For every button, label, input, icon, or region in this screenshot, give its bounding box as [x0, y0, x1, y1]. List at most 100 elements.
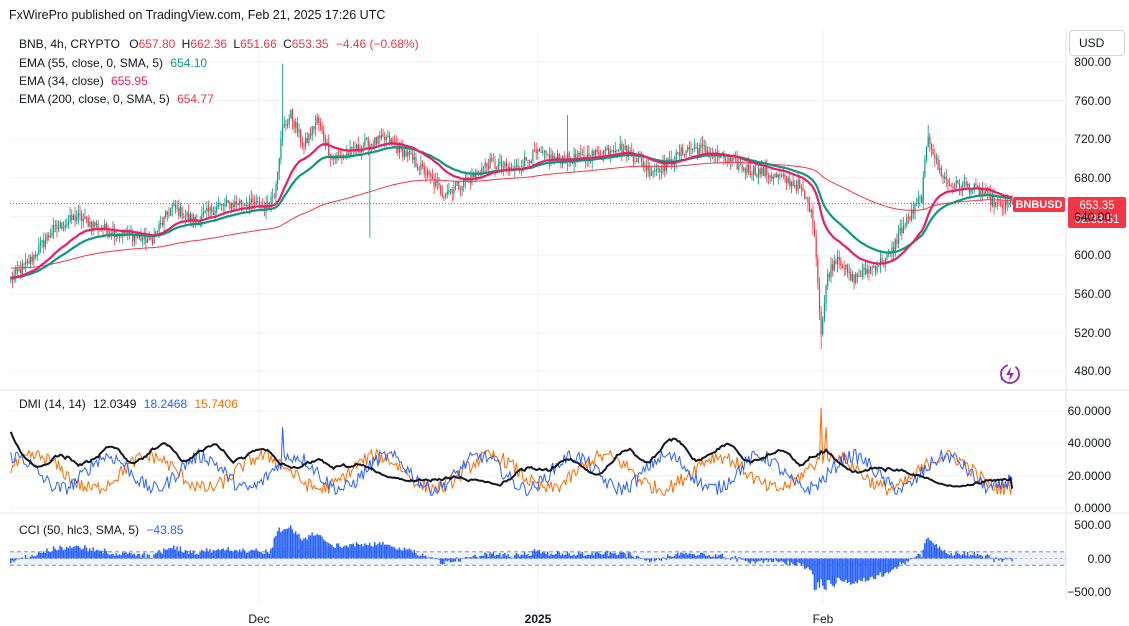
cci-bar	[425, 555, 427, 559]
cci-bar	[252, 550, 254, 559]
cci-bar	[153, 554, 155, 559]
cci-bar	[793, 558, 796, 566]
flash-icon[interactable]	[998, 362, 1022, 386]
candle	[453, 181, 455, 200]
candle	[652, 170, 654, 179]
cci-bar	[18, 558, 20, 560]
ema34-legend[interactable]: EMA (34, close) 655.95	[19, 74, 148, 88]
candle	[995, 201, 997, 208]
cci-bar	[925, 539, 928, 559]
cci-bar	[329, 544, 331, 559]
candle	[31, 251, 33, 266]
price-axis-label: 640.00	[1074, 209, 1111, 224]
main-legend[interactable]: BNB, 4h, CRYPTO O657.80 H662.36 L651.66 …	[19, 37, 419, 51]
candle	[377, 135, 379, 146]
cci-bar	[72, 546, 75, 559]
cci-bar	[802, 558, 804, 564]
cci-bar	[640, 558, 643, 559]
candle	[54, 220, 56, 232]
cci-bar	[141, 554, 144, 559]
cci-bar	[227, 547, 229, 559]
cci-bar	[97, 550, 99, 559]
cci-bar	[326, 542, 328, 559]
cci-bar	[47, 551, 50, 559]
cci-bar	[126, 554, 129, 559]
cci-bar	[576, 554, 579, 559]
cci-bar	[803, 558, 806, 569]
candle	[81, 209, 83, 229]
candle	[286, 119, 289, 129]
legend-high-value: 662.36	[190, 37, 228, 51]
candle	[183, 213, 185, 219]
candle	[789, 171, 791, 190]
cci-bar	[980, 555, 982, 559]
cci-bar	[438, 558, 440, 560]
cci-bar	[202, 551, 205, 559]
candle	[769, 174, 771, 184]
cci-bar	[691, 554, 694, 559]
price-axis-label: 720.00	[1074, 132, 1111, 147]
cci-bar	[449, 558, 452, 563]
cci-legend[interactable]: CCI (50, hlc3, SMA, 5) −43.85	[19, 523, 183, 537]
candle	[85, 216, 88, 224]
candle	[777, 173, 779, 185]
cci-bar	[347, 547, 350, 559]
candle	[36, 252, 38, 262]
cci-bar	[538, 549, 541, 559]
cci-bar	[866, 558, 868, 581]
cci-bar	[612, 553, 615, 559]
cci-bar	[1001, 558, 1003, 562]
candle	[393, 134, 396, 147]
cci-bar	[423, 556, 425, 559]
cci-axis-label: 0.00	[1087, 551, 1111, 566]
cci-bar	[871, 558, 873, 577]
candle	[328, 134, 330, 159]
candle	[861, 262, 863, 280]
currency-button[interactable]: USD	[1069, 30, 1125, 56]
cci-bar	[258, 552, 261, 559]
cci-bar	[853, 558, 855, 584]
candle	[293, 119, 295, 134]
candle	[71, 209, 73, 225]
candle	[771, 171, 773, 182]
cci-bar	[177, 551, 180, 559]
dmi-plus-value: 18.2468	[143, 397, 188, 411]
cci-bar	[935, 543, 938, 559]
dmi-minus-line[interactable]	[10, 407, 1013, 497]
candle	[95, 220, 98, 228]
cci-bar	[642, 558, 644, 559]
dmi-legend[interactable]: DMI (14, 14) 12.0349 18.2468 15.7406	[19, 397, 238, 411]
cci-bar	[784, 558, 786, 564]
cci-bar	[818, 558, 821, 588]
cci-bar	[566, 551, 569, 559]
cci-bar	[260, 551, 262, 559]
candle	[611, 149, 613, 153]
candle	[848, 263, 850, 281]
cci-bar	[107, 553, 109, 559]
candle	[524, 150, 526, 169]
ema200-legend[interactable]: EMA (200, close, 0, SMA, 5) 654.77	[19, 92, 214, 106]
candle	[102, 224, 104, 236]
candle	[405, 149, 407, 158]
candle	[818, 276, 821, 321]
cci-bar	[79, 547, 81, 559]
cci-bar	[560, 555, 562, 559]
cci-bar	[909, 558, 911, 560]
ema55-legend[interactable]: EMA (55, close, 0, SMA, 5) 654.10	[19, 56, 207, 70]
candle	[352, 141, 354, 157]
cci-bar	[62, 550, 65, 559]
cci-bar	[774, 558, 776, 560]
candle	[991, 190, 994, 208]
candle	[408, 149, 410, 161]
candle	[838, 250, 840, 269]
cci-bar	[968, 556, 971, 559]
candle	[502, 160, 504, 177]
cci-bar	[382, 541, 384, 559]
candle	[743, 166, 745, 172]
candle	[89, 216, 91, 229]
dmi-axis-label: 60.0000	[1067, 404, 1111, 419]
candle	[809, 196, 811, 213]
candle	[487, 158, 490, 172]
cci-bar	[321, 536, 323, 559]
cci-bar	[677, 552, 679, 559]
